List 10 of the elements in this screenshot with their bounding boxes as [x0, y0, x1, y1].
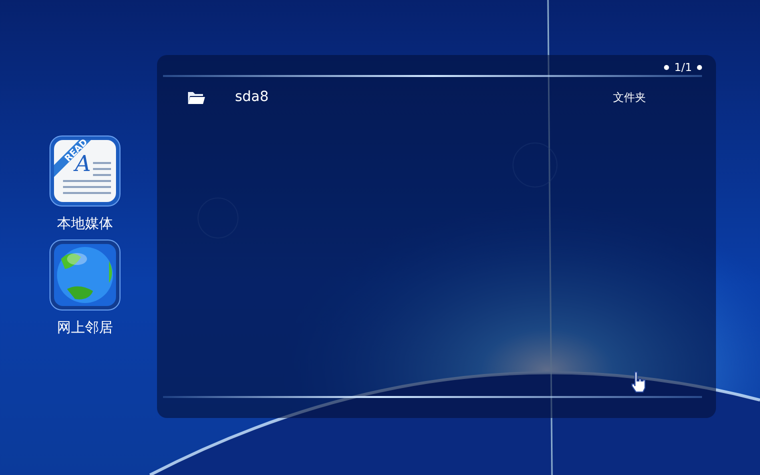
file-type: 文件夹 [613, 90, 646, 104]
page-dot [664, 64, 670, 70]
file-name[interactable]: sda8 [235, 89, 613, 105]
app-label[interactable]: 网上邻居 [57, 319, 113, 337]
globe-app-icon[interactable] [49, 239, 121, 311]
folder-icon [187, 90, 205, 104]
page-indicator: 1/1 [674, 60, 692, 74]
app-label[interactable]: 本地媒体 [57, 215, 113, 233]
hand-cursor-icon [631, 371, 647, 393]
page-dot [697, 64, 702, 70]
